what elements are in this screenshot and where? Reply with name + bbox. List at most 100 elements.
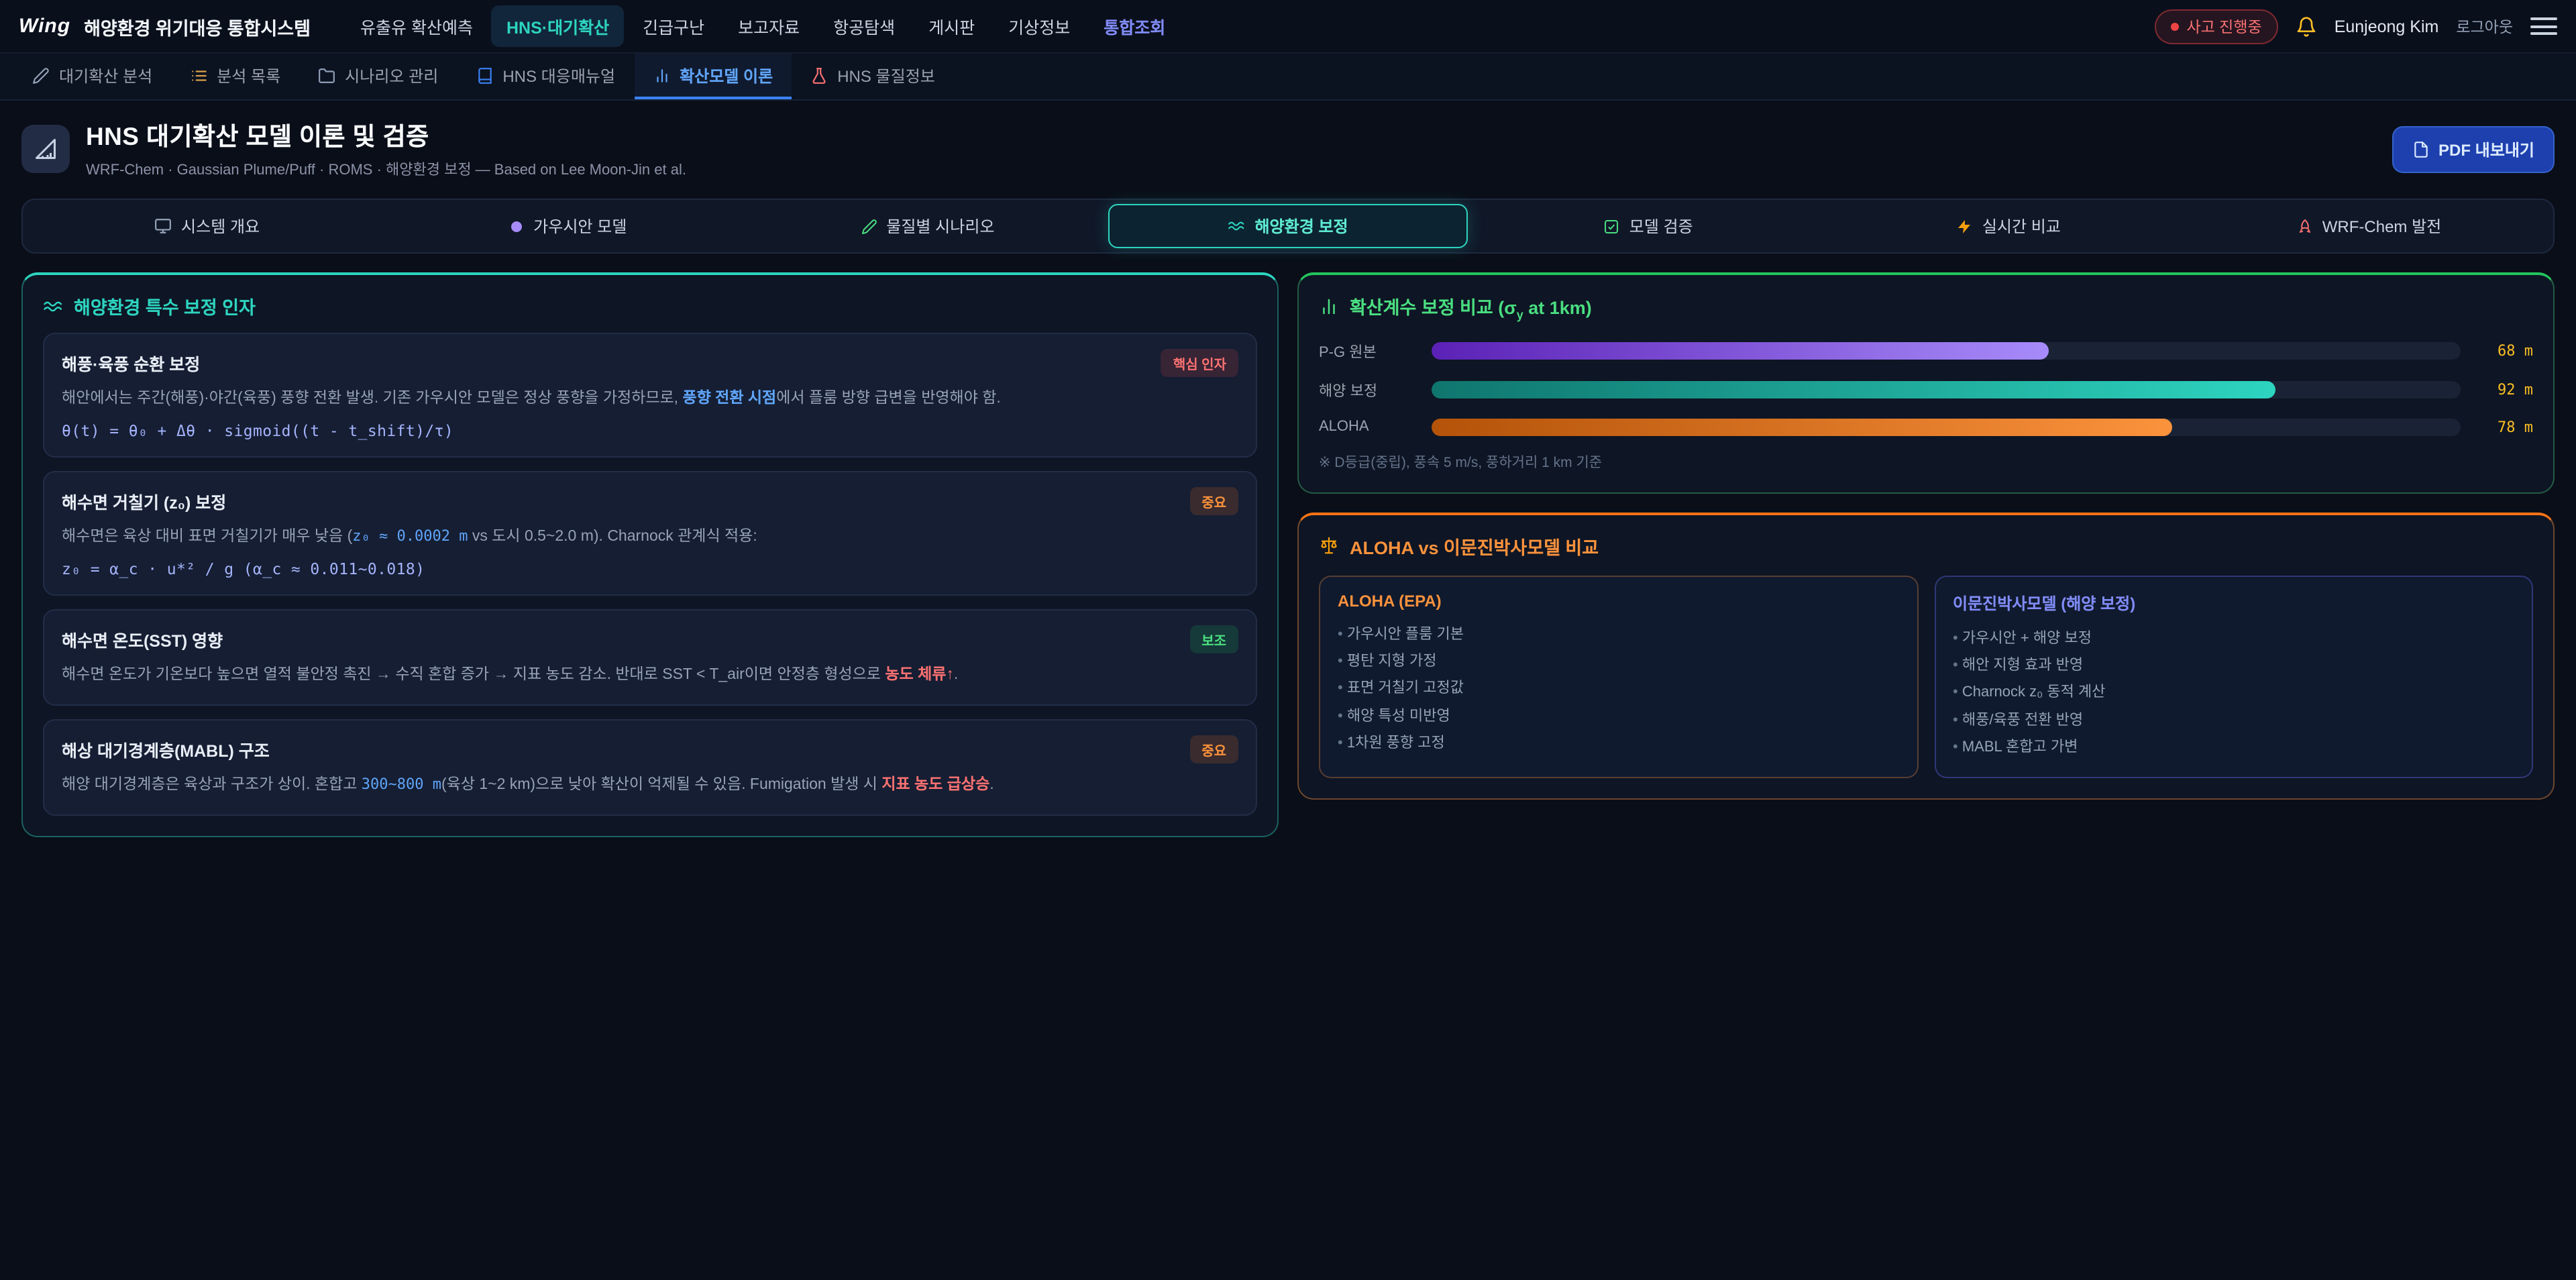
logout-button[interactable]: 로그아웃 <box>2456 15 2513 37</box>
desc-text: 해안에서는 주간(해풍)·야간(육풍) 풍향 전환 발생. 기존 가우시안 모델… <box>62 390 682 407</box>
card-title: 해수면 온도(SST) 영향 <box>62 627 223 652</box>
model-feature-item: 해안 지형 효과 반영 <box>1953 652 2514 680</box>
section-tab-label: 물질별 시나리오 <box>886 215 994 237</box>
bar-fill <box>1432 418 2172 435</box>
desc-text: (육상 1~2 km)으로 낮아 확산이 억제될 수 있음. Fumigatio… <box>441 777 881 793</box>
subtab-label: 확산모델 이론 <box>680 64 773 87</box>
model-comparison-panel: ALOHA vs 이문진박사모델 비교 ALOHA (EPA) 가우시안 플룸 … <box>1297 512 2555 800</box>
correction-card-sea-land-breeze: 해풍·육풍 순환 보정 핵심 인자 해안에서는 주간(해풍)·야간(육풍) 풍향… <box>43 333 1257 458</box>
tab-substance-scenarios[interactable]: 물질별 시나리오 <box>747 204 1108 248</box>
bar-value: 78 m <box>2474 418 2533 435</box>
model-feature-item: MABL 혼합고 가변 <box>1953 734 2514 761</box>
model-feature-item: 평탄 지형 가정 <box>1338 648 1899 676</box>
subtab-diffusion-model-theory[interactable]: 확산모델 이론 <box>634 54 792 99</box>
desc-text: 해수면은 육상 대비 표면 거칠기가 매우 낮음 ( <box>62 529 352 545</box>
bar-label: 해양 보정 <box>1319 379 1418 401</box>
notification-bell-icon[interactable] <box>2296 15 2317 37</box>
card-description: 해수면 온도가 기온보다 높으면 열적 불안정 촉진 → 수직 혼합 증가 → … <box>62 663 1238 688</box>
logo-text: ing <box>38 15 70 38</box>
subtab-label: 시나리오 관리 <box>345 64 438 87</box>
model-card-title: 이문진박사모델 (해양 보정) <box>1953 591 2514 614</box>
correction-card-surface-roughness: 해수면 거칠기 (z₀) 보정 중요 해수면은 육상 대비 표면 거칠기가 매우… <box>43 471 1257 596</box>
nav-item-emergency-rescue[interactable]: 긴급구난 <box>628 5 719 47</box>
lightning-bolt-icon <box>1957 218 1973 234</box>
tab-gaussian-model[interactable]: 가우시안 모델 <box>387 204 747 248</box>
nav-item-hns-air-diffusion[interactable]: HNS·대기확산 <box>492 5 624 47</box>
tab-model-validation[interactable]: 모델 검증 <box>1468 204 1829 248</box>
page-header: HNS 대기확산 모델 이론 및 검증 WRF-Chem · Gaussian … <box>0 101 2576 196</box>
subtab-analysis-list[interactable]: 분석 목록 <box>171 54 299 99</box>
section-tab-label: 모델 검증 <box>1629 215 1693 237</box>
card-description: 해양 대기경계층은 육상과 구조가 상이. 혼합고 300~800 m(육상 1… <box>62 773 1238 798</box>
comparison-bar-chart: P-G 원본 68 m 해양 보정 92 m ALOHA 78 m <box>1319 340 2533 435</box>
nav-item-weather-info[interactable]: 기상정보 <box>994 5 1085 47</box>
main-content: 해양환경 특수 보정 인자 해풍·육풍 순환 보정 핵심 인자 해안에서는 주간… <box>0 254 2576 856</box>
nav-item-integrated-search[interactable]: 통합조회 <box>1089 5 1180 47</box>
monitor-icon <box>154 217 172 235</box>
model-card-title: ALOHA (EPA) <box>1338 591 1899 610</box>
subtab-label: HNS 물질정보 <box>837 64 935 87</box>
desc-text: . <box>989 777 994 793</box>
section-tab-label: WRF-Chem 발전 <box>2322 215 2442 237</box>
marine-correction-panel-title: 해양환경 특수 보정 인자 <box>43 292 1257 319</box>
pdf-export-button[interactable]: PDF 내보내기 <box>2392 125 2555 172</box>
model-comparison-panel-title: ALOHA vs 이문진박사모델 비교 <box>1319 532 2533 559</box>
desc-text: 에서 플룸 방향 급변을 반영해야 함. <box>776 390 1001 407</box>
desc-text: . <box>954 667 958 683</box>
model-comparison-grid: ALOHA (EPA) 가우시안 플룸 기본 평탄 지형 가정 표면 거칠기 고… <box>1319 575 2533 778</box>
check-square-icon <box>1604 218 1620 234</box>
hamburger-menu-icon[interactable] <box>2530 13 2557 39</box>
nav-item-oil-diffusion[interactable]: 유출유 확산예측 <box>345 5 488 47</box>
top-navigation: Wing 해양환경 위기대응 통합시스템 유출유 확산예측 HNS·대기확산 긴… <box>0 0 2576 54</box>
model-feature-list: 가우시안 플룸 기본 평탄 지형 가정 표면 거칠기 고정값 해양 특성 미반영… <box>1338 621 1899 757</box>
pencil-icon <box>32 66 50 84</box>
section-tab-label: 해양환경 보정 <box>1254 215 1348 237</box>
incident-status-label: 사고 진행중 <box>2186 15 2261 37</box>
wave-icon <box>1228 217 1245 235</box>
main-nav: 유출유 확산예측 HNS·대기확산 긴급구난 보고자료 항공탐색 게시판 기상정… <box>345 5 1180 47</box>
bar-track <box>1432 342 2461 360</box>
tab-wrf-chem-evolution[interactable]: WRF-Chem 발전 <box>2189 204 2549 248</box>
marine-correction-panel: 해양환경 특수 보정 인자 해풍·육풍 순환 보정 핵심 인자 해안에서는 주간… <box>21 272 1279 837</box>
formula: z₀ = α_c · u*² / g (α_c ≈ 0.011~0.018) <box>62 559 1238 578</box>
desc-highlight: 풍향 전환 시점 <box>682 390 776 407</box>
model-feature-item: 가우시안 + 해양 보정 <box>1953 625 2514 652</box>
right-column: 확산계수 보정 비교 (σy at 1km) P-G 원본 68 m 해양 보정… <box>1297 272 2555 800</box>
subtab-air-diffusion-analysis[interactable]: 대기확산 분석 <box>13 54 171 99</box>
subtab-hns-response-manual[interactable]: HNS 대응매뉴얼 <box>457 54 634 99</box>
model-feature-item: Charnock z₀ 동적 계산 <box>1953 680 2514 707</box>
aloha-model-card: ALOHA (EPA) 가우시안 플룸 기본 평탄 지형 가정 표면 거칠기 고… <box>1319 575 1918 778</box>
subtab-hns-substance-info[interactable]: HNS 물질정보 <box>792 54 954 99</box>
model-feature-item: 표면 거칠기 고정값 <box>1338 676 1899 703</box>
importance-badge: 중요 <box>1189 735 1238 763</box>
pencil-icon <box>861 218 877 234</box>
subtab-scenario-management[interactable]: 시나리오 관리 <box>299 54 457 99</box>
nav-item-reports[interactable]: 보고자료 <box>723 5 814 47</box>
panel-title-text: 해양환경 특수 보정 인자 <box>74 292 256 319</box>
desc-highlight: 지표 농도 급상승 <box>881 777 989 793</box>
nav-item-board[interactable]: 게시판 <box>914 5 989 47</box>
desc-text: 해양 대기경계층은 육상과 구조가 상이. 혼합고 <box>62 777 362 793</box>
app-logo[interactable]: Wing <box>19 15 70 38</box>
flask-icon <box>810 66 828 84</box>
nav-item-aerial-search[interactable]: 항공탐색 <box>818 5 910 47</box>
card-title: 해풍·육풍 순환 보정 <box>62 350 200 376</box>
page-title: HNS 대기확산 모델 이론 및 검증 <box>86 118 686 153</box>
model-feature-item: 1차원 풍향 고정 <box>1338 730 1899 757</box>
subtab-label: HNS 대응매뉴얼 <box>502 64 615 87</box>
diffusion-coefficient-panel-title: 확산계수 보정 비교 (σy at 1km) <box>1319 292 2533 321</box>
pdf-export-label: PDF 내보내기 <box>2438 138 2534 160</box>
desc-highlight: z₀ ≈ 0.0002 m <box>352 527 468 545</box>
incident-status-badge[interactable]: 사고 진행중 <box>2154 9 2277 44</box>
card-title: 해상 대기경계층(MABL) 구조 <box>62 737 270 762</box>
diffusion-coefficient-panel: 확산계수 보정 비교 (σy at 1km) P-G 원본 68 m 해양 보정… <box>1297 272 2555 493</box>
section-tab-label: 시스템 개요 <box>181 215 260 237</box>
bar-row-aloha: ALOHA 78 m <box>1319 418 2533 435</box>
tab-marine-correction[interactable]: 해양환경 보정 <box>1108 204 1468 248</box>
alert-dot-icon <box>2170 22 2178 30</box>
tab-realtime-comparison[interactable]: 실시간 비교 <box>1829 204 2189 248</box>
model-feature-item: 해양 특성 미반영 <box>1338 702 1899 730</box>
tab-system-overview[interactable]: 시스템 개요 <box>27 204 387 248</box>
desc-highlight: 농도 체류↑ <box>885 667 954 683</box>
card-description: 해수면은 육상 대비 표면 거칠기가 매우 낮음 (z₀ ≈ 0.0002 m … <box>62 525 1238 550</box>
